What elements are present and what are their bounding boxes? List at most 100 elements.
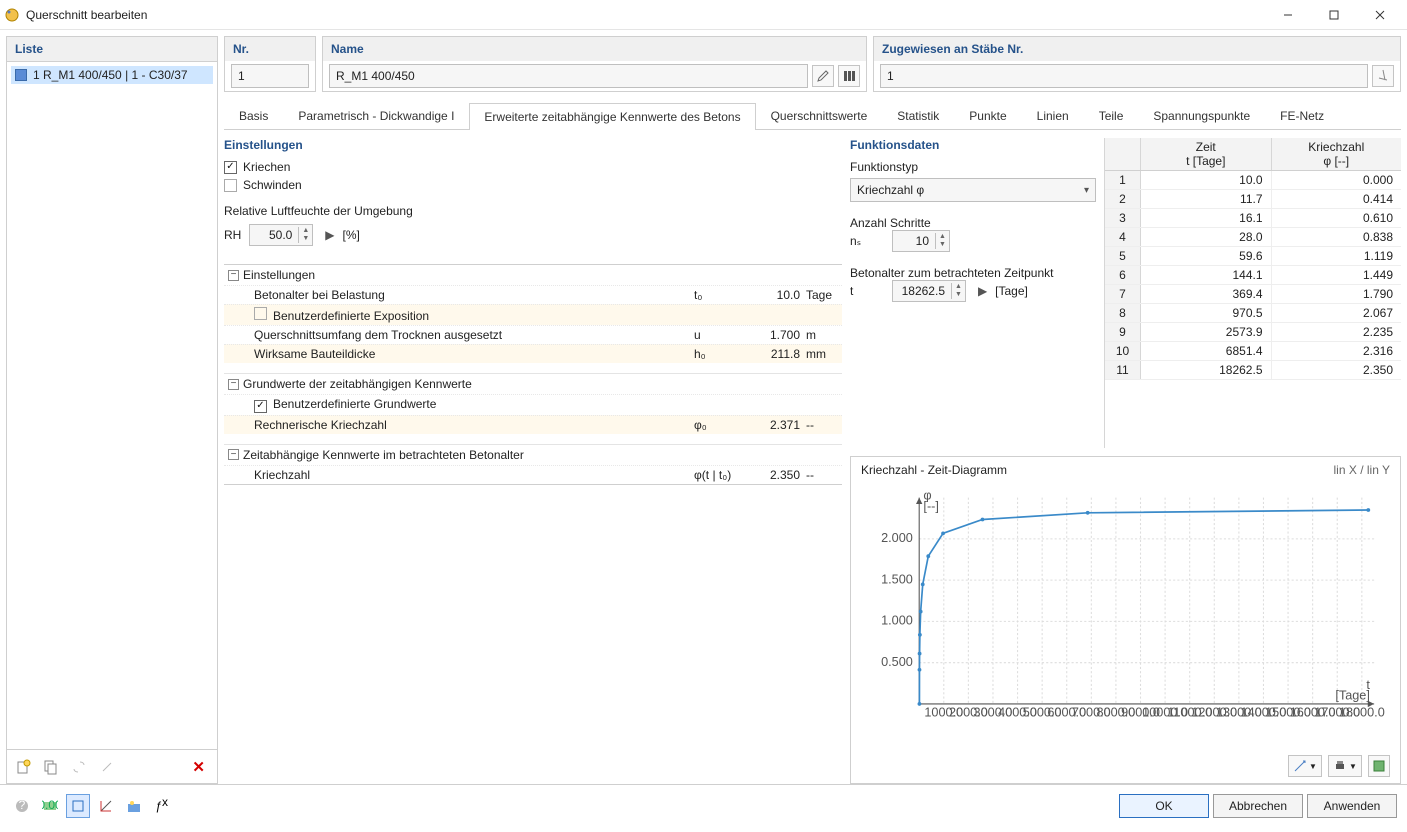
nr-label: Nr.	[225, 37, 315, 61]
spin-up-icon: ▲	[299, 227, 312, 235]
table-row[interactable]: 7369.41.790	[1105, 285, 1401, 304]
tab-8[interactable]: Spannungspunkte	[1138, 102, 1265, 129]
table-row[interactable]: 1118262.52.350	[1105, 361, 1401, 380]
checkbox-icon[interactable]	[254, 307, 267, 320]
svg-text:x: x	[162, 798, 168, 809]
shrinkage-checkbox-row[interactable]: Schwinden	[224, 178, 842, 192]
table-row[interactable]: 559.61.119	[1105, 247, 1401, 266]
dimensions-button[interactable]	[94, 794, 118, 818]
ok-button[interactable]: OK	[1119, 794, 1209, 818]
link-button	[67, 755, 91, 779]
edit-name-button[interactable]	[812, 65, 834, 87]
svg-text:[--]: [--]	[923, 499, 939, 513]
name-box: Name	[322, 36, 867, 92]
function-button[interactable]: ƒx	[150, 794, 174, 818]
chart-panel: Kriechzahl - Zeit-Diagramm lin X / lin Y…	[850, 456, 1401, 784]
tab-3[interactable]: Querschnittswerte	[756, 102, 883, 129]
creep-chart: 0.5001.0001.5002.0001000.02000.03000.040…	[861, 477, 1390, 751]
table-row[interactable]: 316.10.610	[1105, 209, 1401, 228]
tab-2[interactable]: Erweiterte zeitabhängige Kennwerte des B…	[469, 103, 755, 130]
name-input[interactable]	[329, 64, 808, 88]
library-button[interactable]	[838, 65, 860, 87]
tab-5[interactable]: Punkte	[954, 102, 1021, 129]
new-button[interactable]	[11, 755, 35, 779]
steps-label: Anzahl Schritte	[850, 216, 980, 230]
table-row[interactable]: 8970.52.067	[1105, 304, 1401, 323]
function-type-label: Funktionstyp	[850, 160, 1096, 174]
units-button[interactable]: 0.00	[38, 794, 62, 818]
rh-symbol: RH	[224, 228, 241, 242]
age-label: Betonalter zum betrachteten Zeitpunkt	[850, 266, 1053, 280]
svg-text:0.00: 0.00	[42, 798, 58, 812]
nr-input[interactable]	[231, 64, 309, 88]
tree-row: Benutzerdefinierte Exposition	[224, 304, 842, 325]
tab-9[interactable]: FE-Netz	[1265, 102, 1339, 129]
spin-down-icon: ▼	[299, 235, 312, 243]
function-data-panel: Funktionsdaten Funktionstyp Kriechzahl φ…	[850, 138, 1096, 448]
render-button[interactable]	[122, 794, 146, 818]
svg-text:1.000: 1.000	[881, 614, 913, 628]
pick-member-button[interactable]	[1372, 65, 1394, 87]
chart-title: Kriechzahl - Zeit-Diagramm	[861, 463, 1007, 477]
table-row[interactable]: 110.00.000	[1105, 171, 1401, 190]
tab-bar: BasisParametrisch - Dickwandige IErweite…	[224, 102, 1401, 130]
age-unit: [Tage]	[995, 284, 1028, 298]
table-row[interactable]: 106851.42.316	[1105, 342, 1401, 361]
checkbox-icon	[224, 179, 237, 192]
table-row[interactable]: 211.70.414	[1105, 190, 1401, 209]
apply-button[interactable]: Anwenden	[1307, 794, 1397, 818]
function-title: Funktionsdaten	[850, 138, 1096, 152]
function-type-select[interactable]: Kriechzahl φ▾	[850, 178, 1096, 202]
svg-text:?: ?	[19, 798, 26, 812]
rh-unit: [%]	[343, 228, 360, 242]
tree-row: Benutzerdefinierte Grundwerte	[224, 394, 842, 415]
table-row[interactable]: 428.00.838	[1105, 228, 1401, 247]
checkbox-icon[interactable]	[254, 400, 267, 413]
age-input[interactable]: 18262.5 ▲▼	[892, 280, 966, 302]
minimize-button[interactable]	[1265, 1, 1311, 29]
cancel-button[interactable]: Abbrechen	[1213, 794, 1303, 818]
assigned-input[interactable]	[880, 64, 1368, 88]
name-label: Name	[323, 37, 866, 61]
title-bar: Querschnitt bearbeiten	[0, 0, 1407, 30]
close-button[interactable]	[1357, 1, 1403, 29]
shrinkage-label: Schwinden	[243, 178, 302, 192]
list-item[interactable]: 1 R_M1 400/450 | 1 - C30/37	[11, 66, 213, 84]
creep-checkbox-row[interactable]: Kriechen	[224, 160, 842, 174]
play-icon[interactable]: ▶	[325, 228, 334, 242]
tree-category[interactable]: −Zeitabhängige Kennwerte im betrachteten…	[224, 444, 842, 465]
tree-row: Querschnittsumfang dem Trocknen ausgeset…	[224, 325, 842, 344]
tree-category[interactable]: −Einstellungen	[224, 265, 842, 285]
export-chart-button[interactable]	[1368, 755, 1390, 777]
dialog-bottom-bar: ? 0.00 ƒx OK Abbrechen Anwenden	[0, 784, 1407, 826]
window-title: Querschnitt bearbeiten	[26, 8, 1265, 22]
checkbox-icon	[224, 161, 237, 174]
age-symbol: t	[850, 284, 884, 298]
rh-input[interactable]: 50.0 ▲▼	[249, 224, 313, 246]
svg-text:18000.0: 18000.0	[1339, 706, 1385, 720]
svg-text:ƒ: ƒ	[155, 799, 162, 813]
help-button[interactable]: ?	[10, 794, 34, 818]
tab-7[interactable]: Teile	[1084, 102, 1139, 129]
tree-row: Kriechzahlφ(t | t₀)2.350--	[224, 465, 842, 484]
delete-button[interactable]: ✕	[184, 758, 213, 776]
app-icon	[4, 7, 20, 23]
chart-scale: lin X / lin Y	[1334, 463, 1390, 477]
table-row[interactable]: 6144.11.449	[1105, 266, 1401, 285]
play-icon[interactable]: ▶	[978, 284, 987, 298]
chart-options-button[interactable]: ▼	[1288, 755, 1322, 777]
list-item-label: 1 R_M1 400/450 | 1 - C30/37	[33, 68, 188, 82]
view-button[interactable]	[66, 794, 90, 818]
copy-button[interactable]	[39, 755, 63, 779]
tab-0[interactable]: Basis	[224, 102, 283, 129]
tab-1[interactable]: Parametrisch - Dickwandige I	[283, 102, 469, 129]
section-swatch-icon	[15, 69, 27, 81]
tab-6[interactable]: Linien	[1022, 102, 1084, 129]
tree-category[interactable]: −Grundwerte der zeitabhängigen Kennwerte	[224, 373, 842, 394]
maximize-button[interactable]	[1311, 1, 1357, 29]
svg-text:2.000: 2.000	[881, 531, 913, 545]
tab-4[interactable]: Statistik	[882, 102, 954, 129]
print-chart-button[interactable]: ▼	[1328, 755, 1362, 777]
steps-input[interactable]: 10 ▲▼	[892, 230, 950, 252]
table-row[interactable]: 92573.92.235	[1105, 323, 1401, 342]
